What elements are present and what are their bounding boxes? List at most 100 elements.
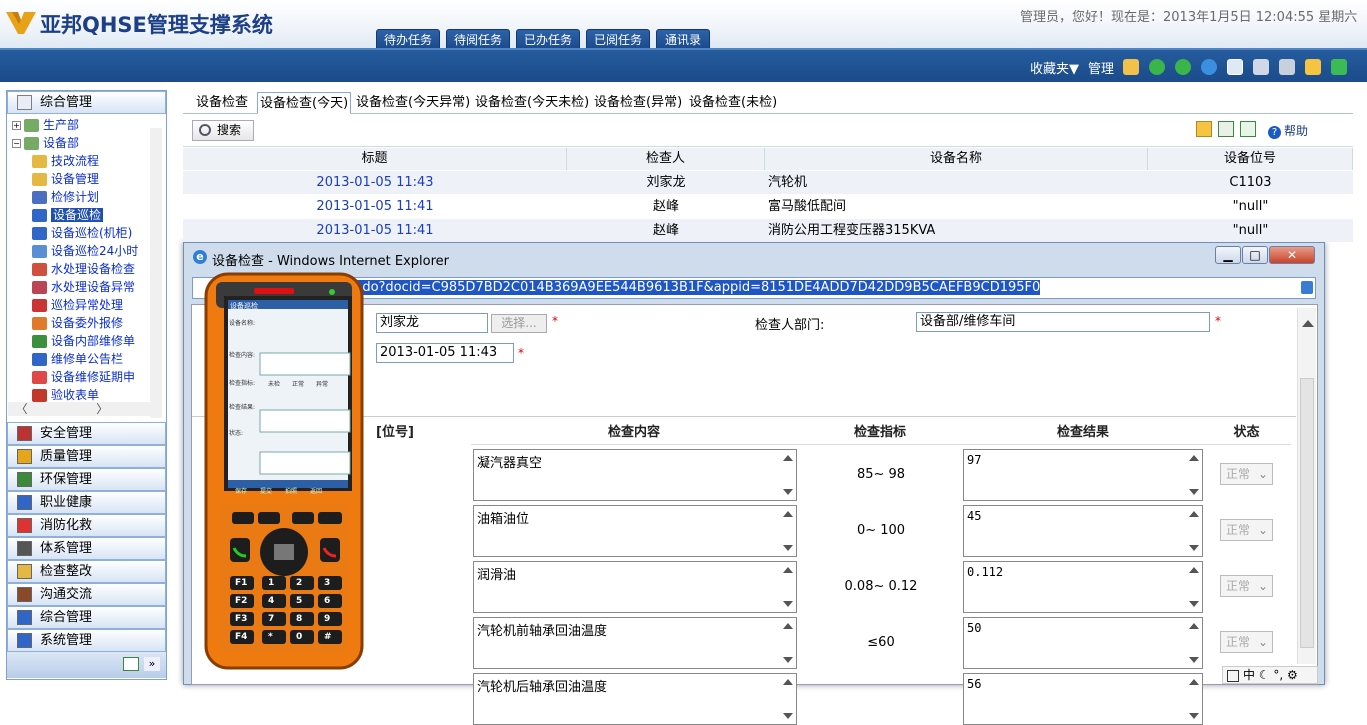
tree-item[interactable]: 设备内部维修单 [32, 332, 135, 350]
search-button[interactable]: 搜索 [192, 120, 254, 141]
phone-fkey[interactable]: F1 [235, 578, 247, 588]
tree-item[interactable]: 验收表单 [32, 386, 99, 404]
inspector-field[interactable]: 刘家龙 [376, 313, 488, 333]
favorites-menu[interactable]: 收藏夹▼ [1030, 58, 1079, 77]
exit-icon[interactable] [1331, 59, 1347, 75]
check-content[interactable]: 汽轮机前轴承回油温度 [473, 617, 797, 669]
phone-softkey[interactable]: 返回 [310, 486, 322, 495]
select-button[interactable]: 选择... [491, 314, 547, 333]
status-select[interactable]: 正常 ⌄ [1220, 463, 1273, 485]
sidebar-header[interactable]: 综合管理 [7, 91, 166, 114]
tree-item[interactable]: + 生产部 [12, 116, 79, 134]
phone-numkey[interactable]: 6 [324, 596, 330, 606]
tree-item[interactable]: 技改流程 [32, 152, 99, 170]
tree-item[interactable]: − 设备部 [12, 134, 79, 152]
phone-radio[interactable]: 异常 [316, 379, 328, 388]
sidebar-section-7[interactable]: 检查整改 [7, 560, 166, 583]
phone-numkey[interactable]: * [268, 632, 273, 642]
tree-item[interactable]: 水处理设备异常 [32, 278, 135, 296]
scroll-arrows[interactable] [1188, 620, 1200, 666]
edit-icon[interactable] [1227, 59, 1243, 75]
phone-numkey[interactable]: 3 [324, 578, 330, 588]
help-link[interactable]: ? 帮助 [1268, 122, 1308, 139]
phone-fkey[interactable]: F2 [235, 596, 247, 606]
phone-softkey[interactable]: 拍照 [285, 486, 297, 495]
phone-numkey[interactable]: 5 [296, 596, 302, 606]
row-title-link[interactable]: 2013-01-05 11:41 [183, 195, 567, 218]
tree-item[interactable]: 检修计划 [32, 188, 99, 206]
tab-1[interactable]: 设备检查 [194, 92, 250, 114]
back-icon[interactable] [1149, 59, 1165, 75]
tab-4[interactable]: 设备检查(今天未检) [473, 92, 591, 114]
sidebar-section-10[interactable]: 系统管理 [7, 629, 166, 652]
scroll-arrows[interactable] [1188, 508, 1200, 554]
export-icon[interactable] [1218, 121, 1234, 137]
tree-item[interactable]: 巡检异常处理 [32, 296, 123, 314]
check-content[interactable]: 油箱油位 [473, 505, 797, 557]
check-result[interactable]: 50 [963, 617, 1203, 669]
status-select[interactable]: 正常 ⌄ [1220, 631, 1273, 653]
tab-6[interactable]: 设备检查(未检) [687, 92, 779, 114]
sidebar-section-4[interactable]: 职业健康 [7, 491, 166, 514]
status-select[interactable]: 正常 ⌄ [1220, 575, 1273, 597]
tab-toread[interactable]: 待阅任务 [446, 29, 510, 49]
sidebar-section-8[interactable]: 沟通交流 [7, 583, 166, 606]
phone-numkey[interactable]: 9 [324, 614, 330, 624]
forward-icon[interactable] [1175, 59, 1191, 75]
sidebar-section-5[interactable]: 消防化救 [7, 514, 166, 537]
scroll-arrows[interactable] [1188, 676, 1200, 722]
check-result[interactable]: 0.112 [963, 561, 1203, 613]
check-content[interactable]: 凝汽器真空 [473, 449, 797, 501]
phone-numkey[interactable]: 7 [268, 614, 274, 624]
sidebar-section-1[interactable]: 安全管理 [7, 422, 166, 445]
phone-numkey[interactable]: 2 [296, 578, 302, 588]
tools-icon[interactable] [1279, 59, 1295, 75]
status-select[interactable]: 正常 ⌄ [1220, 519, 1273, 541]
phone-softkey[interactable]: 保存 [235, 486, 247, 495]
tree-item[interactable]: 设备巡检(机柜) [32, 224, 132, 242]
scroll-arrows[interactable] [1188, 564, 1200, 610]
tree-item[interactable]: 水处理设备检查 [32, 260, 135, 278]
phone-softkey[interactable]: 提交 [260, 486, 272, 495]
tab-3[interactable]: 设备检查(今天异常) [354, 92, 472, 114]
tab-read[interactable]: 已阅任务 [586, 29, 650, 49]
tab-2[interactable]: 设备检查(今天) [257, 92, 352, 114]
home-icon[interactable] [1123, 59, 1139, 75]
check-content[interactable]: 润滑油 [473, 561, 797, 613]
ime-bar[interactable]: 中 ☾ °, ⚙ [1222, 666, 1318, 684]
refresh-icon[interactable] [1201, 59, 1217, 75]
compat-icon[interactable] [1301, 281, 1313, 294]
tree-item[interactable]: 设备委外报修 [32, 314, 123, 332]
phone-numkey[interactable]: # [324, 632, 332, 642]
check-result[interactable]: 56 [963, 673, 1203, 725]
expand-icon[interactable]: + [12, 121, 21, 130]
list-icon[interactable] [123, 657, 139, 671]
dept-field[interactable]: 设备部/维修车间 [916, 312, 1210, 332]
tree-item[interactable]: 设备维修延期申 [32, 368, 135, 386]
row-title-link[interactable]: 2013-01-05 11:41 [183, 219, 567, 242]
user-icon[interactable] [1253, 59, 1269, 75]
new-doc-icon[interactable] [1196, 121, 1212, 137]
sidebar-section-6[interactable]: 体系管理 [7, 537, 166, 560]
tab-done[interactable]: 已办任务 [516, 29, 580, 49]
maximize-button[interactable]: □ [1242, 246, 1268, 264]
tab-todo[interactable]: 待办任务 [376, 29, 440, 49]
phone-numkey[interactable]: 1 [268, 578, 274, 588]
phone-numkey[interactable]: 8 [296, 614, 302, 624]
tree-scrollbar[interactable] [150, 128, 162, 418]
phone-radio[interactable]: 未检 [268, 379, 280, 388]
sidebar-section-2[interactable]: 质量管理 [7, 445, 166, 468]
scroll-arrows[interactable] [1188, 452, 1200, 498]
phone-radio[interactable]: 正常 [292, 379, 304, 388]
tree-item[interactable]: 设备巡检24小时 [32, 242, 138, 260]
check-content[interactable]: 汽轮机后轴承回油温度 [473, 673, 797, 725]
scroll-arrows[interactable] [782, 508, 794, 554]
scroll-arrows[interactable] [782, 452, 794, 498]
row-title-link[interactable]: 2013-01-05 11:43 [183, 171, 567, 194]
tree-item[interactable]: 设备管理 [32, 170, 99, 188]
scroll-arrows[interactable] [782, 620, 794, 666]
tab-contacts[interactable]: 通讯录 [656, 29, 710, 49]
tree-hscrollbar[interactable]: 〈 〉 [8, 402, 158, 416]
folder-icon[interactable] [1305, 59, 1321, 75]
tree-item[interactable]: 维修单公告栏 [32, 350, 123, 368]
